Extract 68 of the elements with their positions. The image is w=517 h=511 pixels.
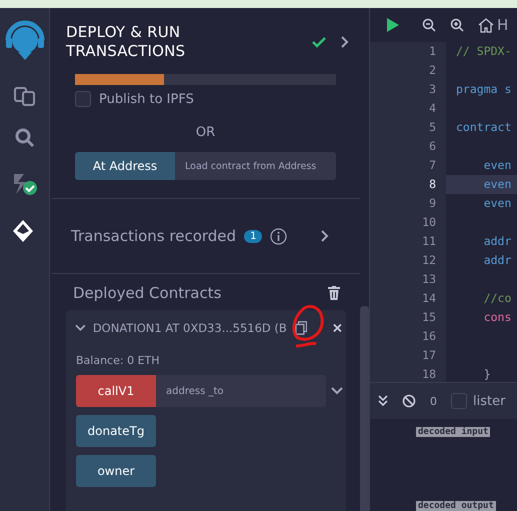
line-number: 11 [370, 232, 446, 251]
clear-icon[interactable] [402, 394, 416, 408]
code-text: // SPDX- [456, 44, 512, 58]
line-number: 9 [370, 194, 446, 213]
argument-field[interactable]: address _to [156, 375, 326, 407]
balance-label: Balance: 0 ETH [76, 354, 161, 367]
function-button[interactable]: owner [76, 455, 156, 487]
panel-title: DEPLOY & RUN TRANSACTIONS [66, 23, 186, 61]
line-number: 15 [370, 308, 446, 327]
zoom-out-icon[interactable] [422, 18, 436, 32]
pending-count: 0 [430, 394, 437, 408]
line-number: 4 [370, 99, 446, 118]
code-text: contract [456, 120, 512, 134]
or-label: OR [194, 125, 216, 140]
collapse-icon[interactable] [378, 395, 388, 407]
play-icon[interactable] [386, 17, 400, 33]
line-number: 17 [370, 346, 446, 365]
code-text: pragma s [456, 82, 512, 96]
code-text: addr [482, 253, 512, 267]
line-number: 3 [370, 80, 446, 99]
info-icon[interactable] [270, 228, 288, 244]
code-text: } [482, 367, 491, 381]
scrollbar[interactable] [360, 306, 369, 511]
trash-icon[interactable] [328, 286, 340, 300]
close-icon[interactable] [333, 323, 342, 333]
logo-icon[interactable] [4, 18, 46, 62]
count-badge: 1 [244, 230, 262, 242]
code-text: //co [482, 291, 512, 305]
expand-icon[interactable] [331, 386, 343, 396]
expand-icon[interactable] [74, 324, 86, 332]
function-button[interactable]: callV1 [76, 375, 156, 407]
contract-name[interactable]: DONATION1 AT 0XD33...5516D (B [92, 321, 287, 335]
line-number: 13 [370, 270, 446, 289]
line-number: 12 [370, 251, 446, 270]
log-label: decoded input [416, 427, 490, 437]
publish-checkbox[interactable] [75, 91, 91, 107]
line-number: 16 [370, 327, 446, 346]
tab-label[interactable]: H [497, 16, 508, 34]
zoom-in-icon[interactable] [450, 18, 464, 32]
listen-checkbox[interactable] [451, 393, 467, 409]
line-number: 7 [370, 156, 446, 175]
search-icon[interactable] [14, 128, 34, 148]
publish-label: Publish to IPFS [99, 92, 194, 106]
function-button[interactable]: donateTg [76, 415, 156, 447]
home-icon[interactable] [478, 17, 494, 33]
chevron-icon[interactable] [340, 36, 350, 48]
code-text: even [482, 196, 512, 210]
line-number: 6 [370, 137, 446, 156]
listen-label: lister [473, 394, 506, 408]
line-number: 18 [370, 365, 446, 382]
line-number: 14 [370, 289, 446, 308]
at-address-button[interactable]: At Address [75, 152, 175, 180]
code-text: even [482, 177, 512, 191]
line-number: 8 [370, 175, 446, 194]
copy-icon[interactable] [294, 320, 308, 336]
code-text: addr [482, 234, 512, 248]
address-field[interactable]: Load contract from Address [175, 152, 336, 180]
line-number: 1 [370, 42, 446, 61]
code-text: even [482, 158, 512, 172]
line-number: 5 [370, 118, 446, 137]
code-text: cons [482, 310, 512, 324]
line-number: 10 [370, 213, 446, 232]
transactions-label: Transactions recorded [71, 227, 236, 245]
chevron-icon[interactable] [320, 230, 330, 242]
deployed-title: Deployed Contracts [73, 284, 222, 302]
line-number: 2 [370, 61, 446, 80]
log-label: decoded output [416, 501, 496, 511]
files-icon[interactable] [14, 84, 36, 106]
